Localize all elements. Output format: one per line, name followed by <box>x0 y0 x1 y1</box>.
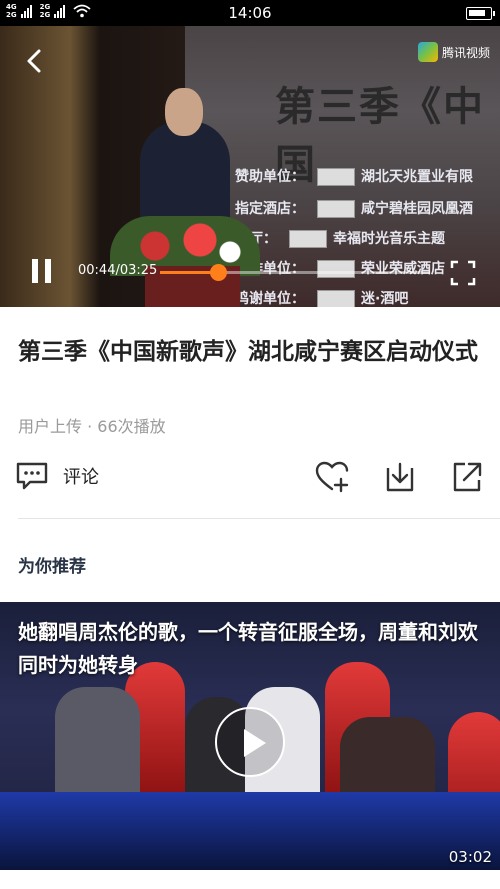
sponsor-label: 鸣谢单位： <box>235 291 305 307</box>
battery-icon <box>466 7 495 20</box>
pause-icon-bar <box>32 259 38 283</box>
sponsor-row: 合作单位： 荣业荣威酒店 <box>235 258 445 278</box>
sponsor-text: 咸宁碧桂园凤凰酒 <box>361 201 473 217</box>
action-bar: 评论 <box>0 458 500 498</box>
divider <box>18 518 500 519</box>
sponsor-text: 湖北天兆置业有限 <box>361 169 473 185</box>
sponsor-text: 荣业荣威酒店 <box>361 261 445 277</box>
sponsor-logo <box>317 260 355 278</box>
play-button[interactable] <box>215 707 285 777</box>
speaker-head <box>165 88 203 136</box>
sponsor-text: 迷·酒吧 <box>361 291 409 307</box>
recommended-title: 她翻唱周杰伦的歌，一个转音征服全场，周董和刘欢同时为她转身 <box>18 620 478 677</box>
pause-icon-bar <box>45 259 51 283</box>
video-meta: 用户上传 · 66次播放 <box>18 417 166 436</box>
comment-button[interactable]: 评论 <box>16 462 99 490</box>
download-icon[interactable] <box>383 460 417 494</box>
playback-time: 00:44/03:25 <box>78 263 158 278</box>
sponsor-logo <box>317 168 355 186</box>
sponsor-row: 餐厅：幸福时光音乐主题 <box>235 228 445 248</box>
sponsor-label: 赞助单位： <box>235 169 305 185</box>
judge-figure <box>55 687 140 797</box>
sponsor-row: 鸣谢单位： 迷·酒吧 <box>235 288 408 307</box>
pause-button[interactable] <box>30 259 54 283</box>
recommended-video-card[interactable]: 她翻唱周杰伦的歌，一个转音征服全场，周董和刘欢同时为她转身 03:02 <box>0 602 500 870</box>
sponsor-logo <box>317 200 355 218</box>
video-player[interactable]: 第三季《中国 赞助单位：湖北天兆置业有限 指定酒店：咸宁碧桂园凤凰酒 餐厅：幸福… <box>0 26 500 307</box>
favorite-add-icon[interactable] <box>315 460 349 494</box>
fullscreen-icon[interactable] <box>450 260 476 286</box>
sponsor-label: 指定酒店： <box>235 201 305 217</box>
tencent-video-icon <box>417 42 438 62</box>
back-icon[interactable] <box>20 46 50 76</box>
comment-label: 评论 <box>63 467 99 488</box>
judge-desk <box>0 792 500 870</box>
tencent-video-logo: 腾讯视频 <box>417 42 490 62</box>
video-title: 第三季《中国新歌声》湖北咸宁赛区启动仪式 <box>18 339 478 365</box>
recommend-heading: 为你推荐 <box>18 557 86 577</box>
sponsor-text: 幸福时光音乐主题 <box>333 231 445 247</box>
video-duration: 03:02 <box>448 848 492 866</box>
battery-level <box>469 10 486 16</box>
clock: 14:06 <box>228 4 272 22</box>
progress-handle[interactable] <box>210 264 228 281</box>
sponsor-row: 指定酒店： 咸宁碧桂园凤凰酒 <box>235 198 473 218</box>
share-icon[interactable] <box>450 460 484 494</box>
progress-bar[interactable] <box>160 264 430 281</box>
logo-text: 腾讯视频 <box>441 45 490 60</box>
sponsor-row: 赞助单位： 湖北天兆置业有限 <box>235 166 473 186</box>
status-bar: 4G 2G 2G 2G 14:06 <box>0 0 500 26</box>
sponsor-logo <box>289 230 327 248</box>
comment-icon <box>16 462 48 490</box>
sponsor-logo <box>317 290 355 307</box>
